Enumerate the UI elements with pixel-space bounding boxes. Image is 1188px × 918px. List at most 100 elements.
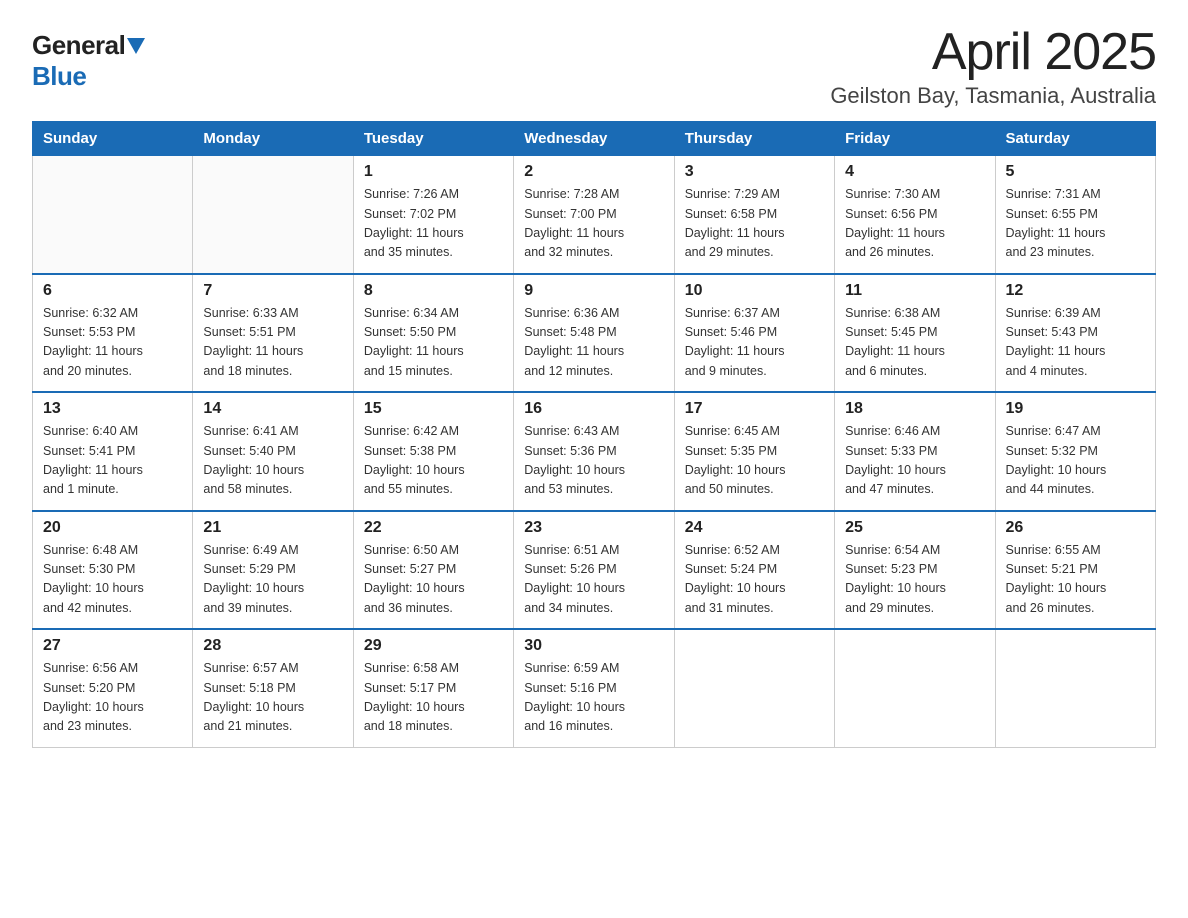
day-info: Sunrise: 6:39 AMSunset: 5:43 PMDaylight:… — [1006, 304, 1145, 382]
day-number: 3 — [685, 163, 824, 181]
day-info: Sunrise: 7:30 AMSunset: 6:56 PMDaylight:… — [845, 185, 984, 263]
day-info: Sunrise: 6:52 AMSunset: 5:24 PMDaylight:… — [685, 541, 824, 619]
day-info: Sunrise: 6:33 AMSunset: 5:51 PMDaylight:… — [203, 304, 342, 382]
calendar-cell: 9 Sunrise: 6:36 AMSunset: 5:48 PMDaylight… — [514, 274, 674, 393]
day-info: Sunrise: 6:50 AMSunset: 5:27 PMDaylight:… — [364, 541, 503, 619]
calendar-week-row: 27 Sunrise: 6:56 AMSunset: 5:20 PMDayligh… — [33, 629, 1156, 747]
day-number: 28 — [203, 637, 342, 655]
day-info: Sunrise: 6:56 AMSunset: 5:20 PMDaylight:… — [43, 659, 182, 737]
day-info: Sunrise: 6:45 AMSunset: 5:35 PMDaylight:… — [685, 422, 824, 500]
calendar-cell — [33, 156, 193, 274]
calendar-cell: 28 Sunrise: 6:57 AMSunset: 5:18 PMDayligh… — [193, 629, 353, 747]
weekday-header-sunday: Sunday — [33, 122, 193, 156]
day-number: 1 — [364, 163, 503, 181]
day-number: 17 — [685, 400, 824, 418]
day-number: 10 — [685, 282, 824, 300]
day-number: 20 — [43, 519, 182, 537]
calendar-cell: 10 Sunrise: 6:37 AMSunset: 5:46 PMDayligh… — [674, 274, 834, 393]
calendar-cell: 19Sunrise: 6:47 AMSunset: 5:32 PMDayligh… — [995, 392, 1155, 511]
day-number: 27 — [43, 637, 182, 655]
logo: General Blue — [32, 30, 145, 92]
day-info: Sunrise: 6:47 AMSunset: 5:32 PMDaylight:… — [1006, 422, 1145, 500]
calendar-cell: 30 Sunrise: 6:59 AMSunset: 5:16 PMDayligh… — [514, 629, 674, 747]
logo-general-text: General — [32, 30, 125, 61]
day-info: Sunrise: 6:32 AMSunset: 5:53 PMDaylight:… — [43, 304, 182, 382]
calendar-cell — [193, 156, 353, 274]
day-number: 2 — [524, 163, 663, 181]
calendar-cell: 26 Sunrise: 6:55 AMSunset: 5:21 PMDayligh… — [995, 511, 1155, 630]
calendar-cell: 2 Sunrise: 7:28 AMSunset: 7:00 PMDaylight… — [514, 156, 674, 274]
day-number: 7 — [203, 282, 342, 300]
calendar-table: SundayMondayTuesdayWednesdayThursdayFrid… — [32, 121, 1156, 748]
logo-blue-text: Blue — [32, 61, 86, 91]
day-info: Sunrise: 6:48 AMSunset: 5:30 PMDaylight:… — [43, 541, 182, 619]
day-number: 25 — [845, 519, 984, 537]
calendar-week-row: 13 Sunrise: 6:40 AMSunset: 5:41 PMDayligh… — [33, 392, 1156, 511]
day-info: Sunrise: 7:26 AMSunset: 7:02 PMDaylight:… — [364, 185, 503, 263]
day-info: Sunrise: 6:49 AMSunset: 5:29 PMDaylight:… — [203, 541, 342, 619]
day-info: Sunrise: 6:46 AMSunset: 5:33 PMDaylight:… — [845, 422, 984, 500]
calendar-cell — [835, 629, 995, 747]
day-info: Sunrise: 6:38 AMSunset: 5:45 PMDaylight:… — [845, 304, 984, 382]
day-info: Sunrise: 6:59 AMSunset: 5:16 PMDaylight:… — [524, 659, 663, 737]
day-number: 21 — [203, 519, 342, 537]
calendar-cell: 3 Sunrise: 7:29 AMSunset: 6:58 PMDaylight… — [674, 156, 834, 274]
calendar-cell: 7 Sunrise: 6:33 AMSunset: 5:51 PMDaylight… — [193, 274, 353, 393]
calendar-cell: 17 Sunrise: 6:45 AMSunset: 5:35 PMDayligh… — [674, 392, 834, 511]
calendar-cell: 16Sunrise: 6:43 AMSunset: 5:36 PMDayligh… — [514, 392, 674, 511]
day-number: 12 — [1006, 282, 1145, 300]
calendar-cell: 20 Sunrise: 6:48 AMSunset: 5:30 PMDayligh… — [33, 511, 193, 630]
calendar-cell: 27 Sunrise: 6:56 AMSunset: 5:20 PMDayligh… — [33, 629, 193, 747]
day-number: 4 — [845, 163, 984, 181]
day-info: Sunrise: 7:28 AMSunset: 7:00 PMDaylight:… — [524, 185, 663, 263]
calendar-cell: 4 Sunrise: 7:30 AMSunset: 6:56 PMDaylight… — [835, 156, 995, 274]
day-number: 9 — [524, 282, 663, 300]
calendar-cell: 5Sunrise: 7:31 AMSunset: 6:55 PMDaylight… — [995, 156, 1155, 274]
day-info: Sunrise: 6:42 AMSunset: 5:38 PMDaylight:… — [364, 422, 503, 500]
page-header: General Blue April 2025 Geilston Bay, Ta… — [32, 24, 1156, 109]
calendar-cell: 8 Sunrise: 6:34 AMSunset: 5:50 PMDaylight… — [353, 274, 513, 393]
calendar-title: April 2025 — [830, 24, 1156, 81]
day-number: 30 — [524, 637, 663, 655]
weekday-header-tuesday: Tuesday — [353, 122, 513, 156]
day-info: Sunrise: 6:41 AMSunset: 5:40 PMDaylight:… — [203, 422, 342, 500]
calendar-week-row: 1 Sunrise: 7:26 AMSunset: 7:02 PMDaylight… — [33, 156, 1156, 274]
calendar-cell: 23Sunrise: 6:51 AMSunset: 5:26 PMDayligh… — [514, 511, 674, 630]
day-number: 13 — [43, 400, 182, 418]
day-number: 8 — [364, 282, 503, 300]
calendar-cell — [674, 629, 834, 747]
day-number: 14 — [203, 400, 342, 418]
day-number: 6 — [43, 282, 182, 300]
calendar-subtitle: Geilston Bay, Tasmania, Australia — [830, 83, 1156, 109]
calendar-cell: 12 Sunrise: 6:39 AMSunset: 5:43 PMDayligh… — [995, 274, 1155, 393]
day-number: 18 — [845, 400, 984, 418]
calendar-cell: 18 Sunrise: 6:46 AMSunset: 5:33 PMDayligh… — [835, 392, 995, 511]
calendar-cell: 29Sunrise: 6:58 AMSunset: 5:17 PMDayligh… — [353, 629, 513, 747]
day-number: 29 — [364, 637, 503, 655]
day-info: Sunrise: 6:34 AMSunset: 5:50 PMDaylight:… — [364, 304, 503, 382]
day-info: Sunrise: 6:37 AMSunset: 5:46 PMDaylight:… — [685, 304, 824, 382]
calendar-cell: 11 Sunrise: 6:38 AMSunset: 5:45 PMDayligh… — [835, 274, 995, 393]
day-number: 11 — [845, 282, 984, 300]
weekday-header-monday: Monday — [193, 122, 353, 156]
day-info: Sunrise: 7:29 AMSunset: 6:58 PMDaylight:… — [685, 185, 824, 263]
day-number: 22 — [364, 519, 503, 537]
day-info: Sunrise: 7:31 AMSunset: 6:55 PMDaylight:… — [1006, 185, 1145, 263]
weekday-header-saturday: Saturday — [995, 122, 1155, 156]
day-info: Sunrise: 6:54 AMSunset: 5:23 PMDaylight:… — [845, 541, 984, 619]
calendar-cell: 13 Sunrise: 6:40 AMSunset: 5:41 PMDayligh… — [33, 392, 193, 511]
day-number: 26 — [1006, 519, 1145, 537]
day-info: Sunrise: 6:40 AMSunset: 5:41 PMDaylight:… — [43, 422, 182, 500]
day-number: 15 — [364, 400, 503, 418]
calendar-cell: 1 Sunrise: 7:26 AMSunset: 7:02 PMDaylight… — [353, 156, 513, 274]
calendar-cell: 15 Sunrise: 6:42 AMSunset: 5:38 PMDayligh… — [353, 392, 513, 511]
logo-icon: General Blue — [32, 30, 145, 92]
title-block: April 2025 Geilston Bay, Tasmania, Austr… — [830, 24, 1156, 109]
weekday-header-thursday: Thursday — [674, 122, 834, 156]
calendar-cell: 25 Sunrise: 6:54 AMSunset: 5:23 PMDayligh… — [835, 511, 995, 630]
day-info: Sunrise: 6:55 AMSunset: 5:21 PMDaylight:… — [1006, 541, 1145, 619]
day-info: Sunrise: 6:57 AMSunset: 5:18 PMDaylight:… — [203, 659, 342, 737]
day-info: Sunrise: 6:36 AMSunset: 5:48 PMDaylight:… — [524, 304, 663, 382]
calendar-cell — [995, 629, 1155, 747]
calendar-week-row: 6 Sunrise: 6:32 AMSunset: 5:53 PMDaylight… — [33, 274, 1156, 393]
